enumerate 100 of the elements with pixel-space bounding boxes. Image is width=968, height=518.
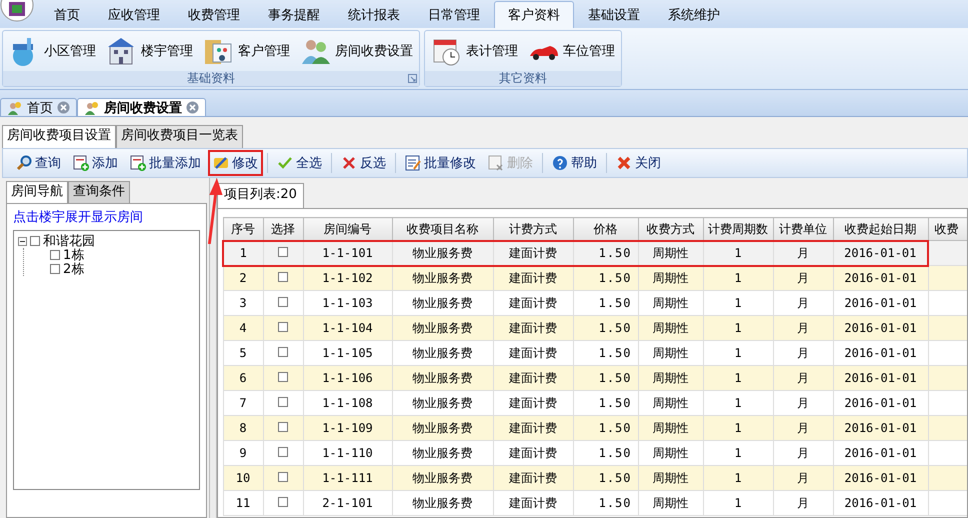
table-cell: 月 xyxy=(773,466,833,490)
checkbox[interactable] xyxy=(278,247,288,257)
table-cell: 建面计费 xyxy=(493,416,573,440)
checkbox[interactable] xyxy=(278,322,288,332)
column-header[interactable]: 选择 xyxy=(263,218,303,240)
checkbox[interactable] xyxy=(278,497,288,507)
ribbon-button[interactable]: 表计管理 xyxy=(429,34,520,68)
table-cell: 物业服务费 xyxy=(392,366,493,390)
checkbox[interactable] xyxy=(278,347,288,357)
group-title: 其它资料 xyxy=(499,70,547,87)
toolbar-button[interactable]: 添加 xyxy=(68,150,123,176)
column-header[interactable]: 价格 xyxy=(573,218,638,240)
table-cell: 1.50 xyxy=(573,316,638,340)
table-cell: 1 xyxy=(703,240,773,266)
menu-tab[interactable]: 首页 xyxy=(40,1,94,28)
menu-tab[interactable]: 客户资料 xyxy=(494,1,574,28)
ribbon-button[interactable]: 楼宇管理 xyxy=(104,34,195,68)
column-header[interactable]: 序号 xyxy=(223,218,263,240)
checkbox[interactable] xyxy=(30,236,40,246)
toolbar-button[interactable]: 全选 xyxy=(272,150,327,176)
table-cell: 11 xyxy=(223,490,263,516)
menu-tab[interactable]: 统计报表 xyxy=(334,1,414,28)
table-row[interactable]: 10 1-1-111 物业服务费 建面计费 1.50 周期性 1 月 2016-01-01 xyxy=(223,466,967,490)
checkbox[interactable] xyxy=(278,297,288,307)
toolbar-button[interactable]: 关闭 xyxy=(611,150,666,176)
checkbox[interactable] xyxy=(278,447,288,457)
table-cell: 1-1-101 xyxy=(303,240,392,266)
table-cell: 6 xyxy=(223,366,263,390)
column-header[interactable]: 房间编号 xyxy=(303,218,392,240)
toolbar-button[interactable]: 反选 xyxy=(336,150,391,176)
table-cell: 周期性 xyxy=(638,490,703,516)
highlighted-row[interactable]: 1 1-1-101 物业服务费 建面计费 1.50 周期性 1 月 2016-01-01 xyxy=(223,240,967,266)
close-icon[interactable] xyxy=(186,101,199,114)
collapse-icon[interactable] xyxy=(18,236,27,246)
table-row[interactable]: 11 2-1-101 物业服务费 建面计费 1.50 周期性 1 月 2016-01-01 xyxy=(223,490,967,516)
hint-link[interactable]: 点击楼宇展开显示房间 xyxy=(13,210,143,225)
menu-tab[interactable]: 事务提醒 xyxy=(254,1,334,28)
column-header[interactable]: 收费项目名称 xyxy=(392,218,493,240)
checkbox[interactable] xyxy=(278,397,288,407)
page-tab[interactable]: 房间收费项目一览表 xyxy=(116,125,243,148)
table-cell: 4 xyxy=(223,316,263,340)
document-tab[interactable]: 房间收费设置 xyxy=(77,98,206,116)
ribbon-button[interactable]: 房间收费设置 xyxy=(298,34,415,68)
people-icon xyxy=(84,100,100,116)
table-cell: 1 xyxy=(703,416,773,440)
menu-tab[interactable]: 收费管理 xyxy=(174,1,254,28)
table-cell: 物业服务费 xyxy=(392,490,493,516)
table-cell: 1.50 xyxy=(573,266,638,290)
checkbox[interactable] xyxy=(278,422,288,432)
column-header[interactable]: 收费 xyxy=(928,218,967,240)
table-cell: 月 xyxy=(773,266,833,290)
toolbar-button[interactable]: 查询 xyxy=(11,150,66,176)
table-cell: 周期性 xyxy=(638,266,703,290)
ribbon-button[interactable]: 客户管理 xyxy=(201,34,292,68)
column-header[interactable]: 计费方式 xyxy=(493,218,573,240)
checkmark-icon xyxy=(277,155,293,171)
checkbox[interactable] xyxy=(278,372,288,382)
add-document-icon xyxy=(73,155,89,171)
page-tab[interactable]: 房间收费项目设置 xyxy=(2,125,116,148)
checkbox[interactable] xyxy=(278,472,288,482)
table-row[interactable]: 6 1-1-106 物业服务费 建面计费 1.50 周期性 1 月 2016-01-01 xyxy=(223,366,967,390)
column-header[interactable]: 计费单位 xyxy=(773,218,833,240)
menu-tab[interactable]: 系统维护 xyxy=(654,1,734,28)
table-cell: 周期性 xyxy=(638,366,703,390)
column-header[interactable]: 计费周期数 xyxy=(703,218,773,240)
table-cell: 物业服务费 xyxy=(392,416,493,440)
table-row[interactable]: 8 1-1-109 物业服务费 建面计费 1.50 周期性 1 月 2016-01-01 xyxy=(223,416,967,440)
delete-document-icon xyxy=(488,155,504,171)
toolbar-button[interactable]: 帮助 xyxy=(547,150,602,176)
dialog-launcher-icon[interactable] xyxy=(408,74,417,83)
document-tab[interactable]: 首页 xyxy=(0,98,77,116)
table-cell: 月 xyxy=(773,366,833,390)
close-icon[interactable] xyxy=(57,101,70,114)
toolbar-button[interactable]: 批量添加 xyxy=(125,150,206,176)
toolbar-button[interactable]: 修改 xyxy=(208,150,263,176)
column-header[interactable]: 收费起始日期 xyxy=(833,218,928,240)
checkbox[interactable] xyxy=(278,272,288,282)
table-row[interactable]: 2 1-1-102 物业服务费 建面计费 1.50 周期性 1 月 2016-01-01 xyxy=(223,266,967,290)
table-cell: 建面计费 xyxy=(493,490,573,516)
menu-tab[interactable]: 日常管理 xyxy=(414,1,494,28)
menu-tab[interactable]: 应收管理 xyxy=(94,1,174,28)
table-row[interactable]: 4 1-1-104 物业服务费 建面计费 1.50 周期性 1 月 2016-01-01 xyxy=(223,316,967,340)
panel-tab[interactable]: 房间导航 xyxy=(6,181,68,203)
magnifier-icon xyxy=(16,155,32,171)
table-cell: 物业服务费 xyxy=(392,266,493,290)
ribbon-button[interactable]: 车位管理 xyxy=(526,34,617,68)
checkbox[interactable] xyxy=(50,264,60,274)
menu-tab[interactable]: 基础设置 xyxy=(574,1,654,28)
table-cell: 月 xyxy=(773,316,833,340)
table-cell: 物业服务费 xyxy=(392,316,493,340)
column-header[interactable]: 收费方式 xyxy=(638,218,703,240)
toolbar-button[interactable]: 批量修改 xyxy=(400,150,481,176)
table-cell: 1-1-111 xyxy=(303,466,392,490)
list-tab[interactable]: 项目列表:20 xyxy=(217,183,304,208)
checkbox[interactable] xyxy=(50,250,60,260)
table-cell: 1-1-109 xyxy=(303,416,392,440)
table-cell: 2016-01-01 xyxy=(833,266,928,290)
ribbon-button[interactable]: 小区管理 xyxy=(7,34,98,68)
panel-tab[interactable]: 查询条件 xyxy=(68,181,130,203)
table-cell: 2-1-101 xyxy=(303,490,392,516)
